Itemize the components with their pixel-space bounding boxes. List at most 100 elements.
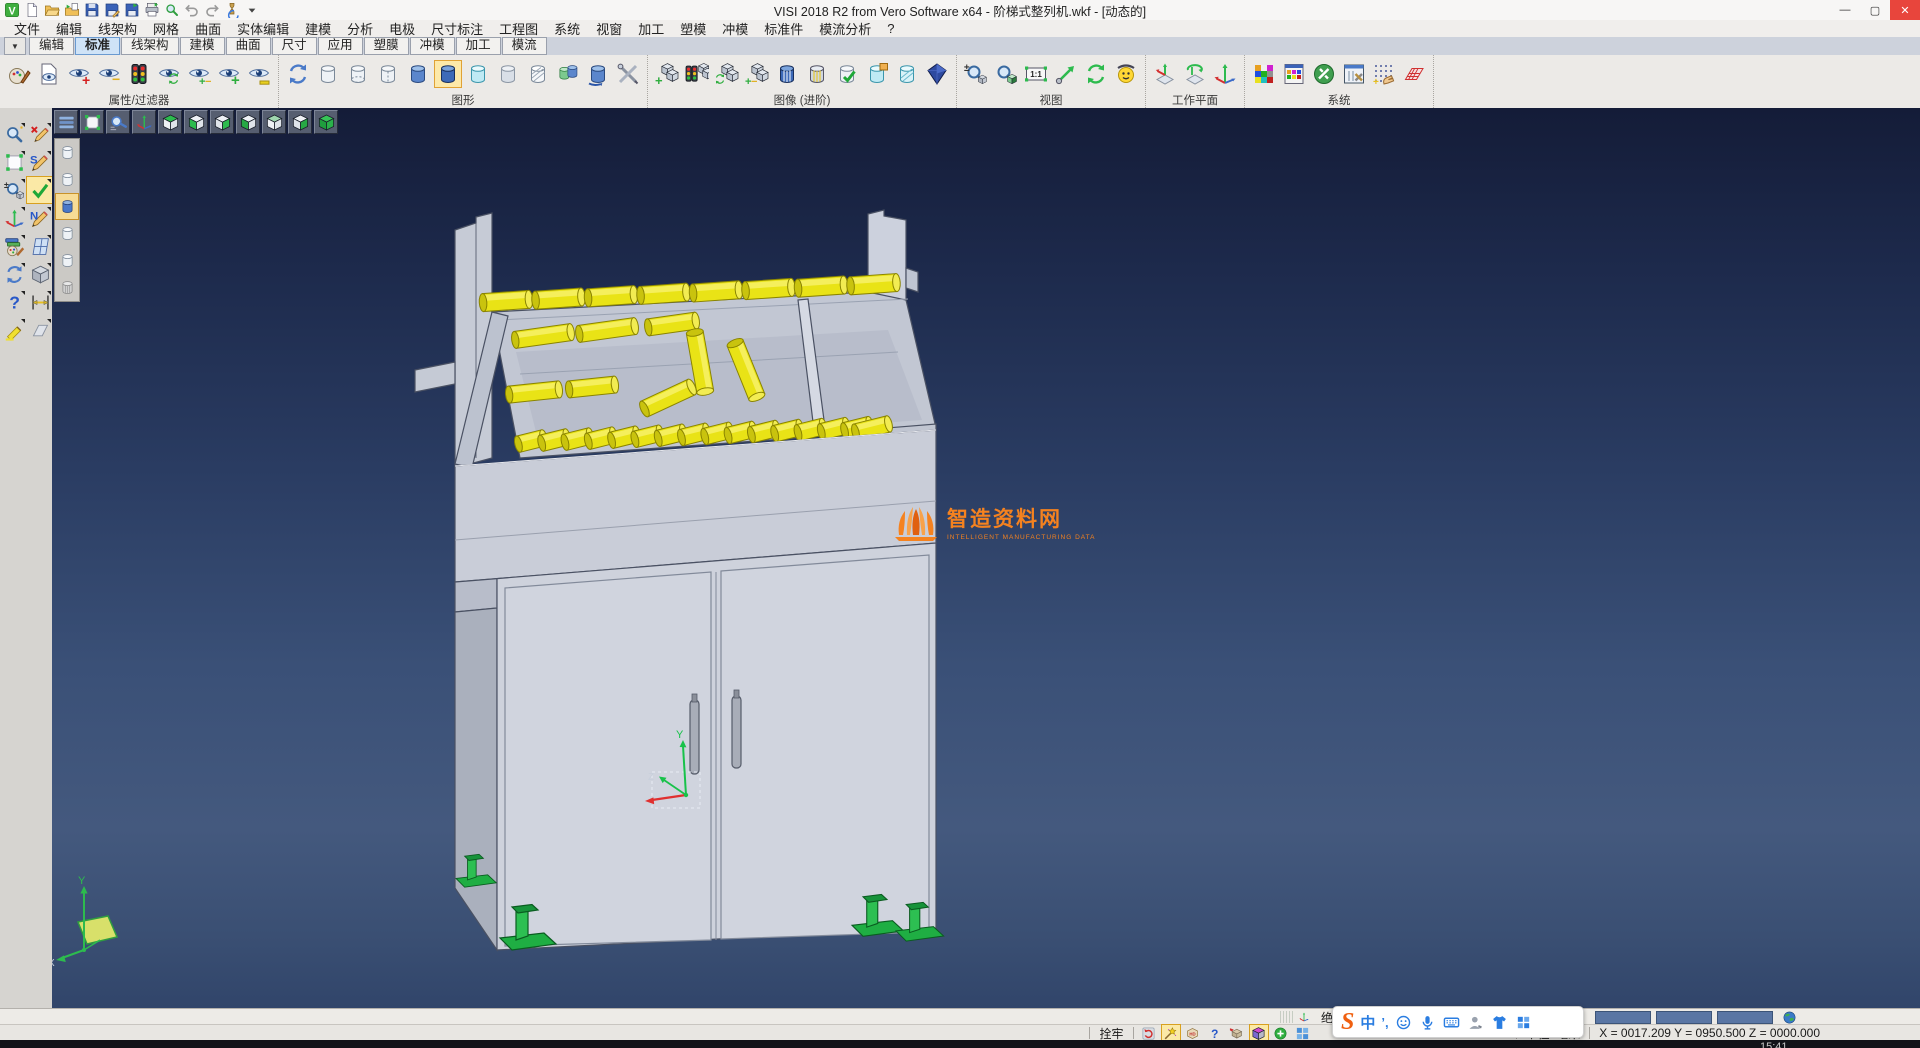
solid-cube-icon[interactable] <box>26 260 54 288</box>
cylinder-striped-icon[interactable] <box>803 60 831 88</box>
cube-isometric-icon[interactable] <box>314 110 338 134</box>
menu-item-11[interactable]: 系统 <box>546 19 588 38</box>
traffic-filter-icon[interactable] <box>125 60 153 88</box>
sogou-logo-icon[interactable]: S <box>1341 1010 1354 1034</box>
cube-bottom-view-icon[interactable] <box>288 110 312 134</box>
cylinder-mode-3-icon[interactable] <box>55 220 79 247</box>
show-add-icon[interactable]: + <box>215 60 243 88</box>
tab-overflow-button[interactable]: ▼ <box>4 37 26 55</box>
tab-尺寸[interactable]: 尺寸 <box>272 37 317 55</box>
tab-曲面[interactable]: 曲面 <box>226 37 271 55</box>
eye-plus-minus-icon[interactable]: +− <box>185 60 213 88</box>
ime-skin-icon[interactable] <box>1491 1013 1509 1031</box>
zoom-fly-icon[interactable] <box>106 110 130 134</box>
cylinder-wireframe-icon[interactable] <box>314 60 342 88</box>
cube-back-view-icon[interactable] <box>262 110 286 134</box>
cylinder-mode-striped-icon[interactable] <box>55 274 79 301</box>
ime-grid-icon[interactable] <box>1515 1013 1533 1031</box>
menu-item-15[interactable]: 冲模 <box>714 19 756 38</box>
zoom-dynamic-icon[interactable] <box>0 120 28 148</box>
menu-item-17[interactable]: 模流分析 <box>811 19 879 38</box>
tab-塑膜[interactable]: 塑膜 <box>364 37 409 55</box>
sketch-spline-icon[interactable]: S <box>26 148 54 176</box>
filter-page-icon[interactable] <box>35 60 63 88</box>
menu-item-4[interactable]: 曲面 <box>187 19 229 38</box>
erase-pencil-icon[interactable] <box>26 120 54 148</box>
menu-item-12[interactable]: 视窗 <box>588 19 630 38</box>
cylinder-hatch-cyan-icon[interactable] <box>893 60 921 88</box>
save-icon[interactable] <box>83 2 100 19</box>
cube-right-view-icon[interactable] <box>210 110 234 134</box>
cylinder-shaded-edges-icon[interactable] <box>434 60 462 88</box>
view-direction-icon[interactable] <box>1052 60 1080 88</box>
system-options-icon[interactable] <box>1310 60 1338 88</box>
regen-refresh-icon[interactable] <box>0 260 28 288</box>
grid-snap-icon[interactable]: + <box>1370 60 1398 88</box>
cylinder-striped-blue-icon[interactable] <box>773 60 801 88</box>
menu-item-9[interactable]: 尺寸标注 <box>423 19 491 38</box>
ime-keyboard-icon[interactable] <box>1443 1013 1461 1031</box>
print-icon[interactable] <box>143 2 160 19</box>
axis-origin-icon[interactable] <box>0 204 28 232</box>
menu-item-16[interactable]: 标准件 <box>756 19 811 38</box>
menu-item-7[interactable]: 分析 <box>339 19 381 38</box>
confirm-check-icon[interactable] <box>26 176 54 204</box>
open-folder-icon[interactable] <box>43 2 60 19</box>
redo-icon[interactable] <box>203 2 220 19</box>
adv-traffic-icon[interactable] <box>683 60 711 88</box>
undo-icon[interactable] <box>183 2 200 19</box>
import-file-icon[interactable] <box>63 2 80 19</box>
menu-item-5[interactable]: 实体编辑 <box>229 19 297 38</box>
ime-smiley-icon[interactable] <box>1395 1013 1413 1031</box>
grid-display-icon[interactable] <box>1400 60 1428 88</box>
menu-item-10[interactable]: 工程图 <box>491 19 546 38</box>
view-face-icon[interactable] <box>1112 60 1140 88</box>
tab-应用[interactable]: 应用 <box>318 37 363 55</box>
measure-distance-icon[interactable] <box>26 288 54 316</box>
menu-item-18[interactable]: ? <box>879 21 902 36</box>
new-file-icon[interactable] <box>23 2 40 19</box>
cylinder-mode-active-icon[interactable] <box>55 193 79 220</box>
ime-person-icon[interactable] <box>1467 1013 1485 1031</box>
viewport-3d[interactable]: Y Z Y X 智造资料网 INTELLIGENT MANUFACTURING … <box>52 108 1920 1008</box>
save-as-icon[interactable] <box>103 2 120 19</box>
tab-加工[interactable]: 加工 <box>456 37 501 55</box>
maximize-button[interactable]: ▢ <box>1860 0 1890 20</box>
close-button[interactable]: ✕ <box>1890 0 1920 20</box>
layer-palette-icon[interactable] <box>0 232 28 260</box>
eye-refresh-icon[interactable] <box>155 60 183 88</box>
cylinder-attach-icon[interactable] <box>863 60 891 88</box>
system-colors-icon[interactable] <box>1250 60 1278 88</box>
tab-模流[interactable]: 模流 <box>502 37 547 55</box>
lock-toggle[interactable]: 拴牢 <box>1094 1025 1128 1042</box>
cube-left-view-icon[interactable] <box>236 110 260 134</box>
adv-plus-minus-icon[interactable]: +− <box>743 60 771 88</box>
window-menu-icon[interactable] <box>54 110 78 134</box>
ime-punctuation-toggle[interactable]: ’, <box>1381 1015 1388 1030</box>
menu-item-8[interactable]: 电极 <box>381 19 423 38</box>
menu-item-1[interactable]: 编辑 <box>48 19 90 38</box>
menu-item-6[interactable]: 建模 <box>297 19 339 38</box>
minimize-button[interactable]: — <box>1830 0 1860 20</box>
workplane-align-icon[interactable] <box>1211 60 1239 88</box>
tab-编辑[interactable]: 编辑 <box>29 37 74 55</box>
cylinder-mode-1-icon[interactable] <box>55 139 79 166</box>
cylinder-transparent-icon[interactable] <box>464 60 492 88</box>
tab-标准[interactable]: 标准 <box>75 37 120 55</box>
menu-item-2[interactable]: 线架构 <box>90 19 145 38</box>
zoom-plus-minus-icon[interactable]: ± <box>962 60 990 88</box>
session-icon[interactable] <box>223 2 240 19</box>
filter-properties-icon[interactable] <box>5 60 33 88</box>
tab-建模[interactable]: 建模 <box>180 37 225 55</box>
cylinder-mode-2-icon[interactable] <box>55 166 79 193</box>
cylinder-rotate-icon[interactable] <box>584 60 612 88</box>
cylinder-hidden-icon[interactable] <box>374 60 402 88</box>
sheet-plane-icon[interactable] <box>26 316 54 344</box>
eye-add-icon[interactable]: + <box>65 60 93 88</box>
preview-icon[interactable] <box>163 2 180 19</box>
menu-item-14[interactable]: 塑模 <box>672 19 714 38</box>
menu-item-3[interactable]: 网格 <box>145 19 187 38</box>
redraw-icon[interactable] <box>284 60 312 88</box>
visi-logo-icon[interactable]: V <box>3 2 20 19</box>
cylinder-pair-icon[interactable] <box>554 60 582 88</box>
